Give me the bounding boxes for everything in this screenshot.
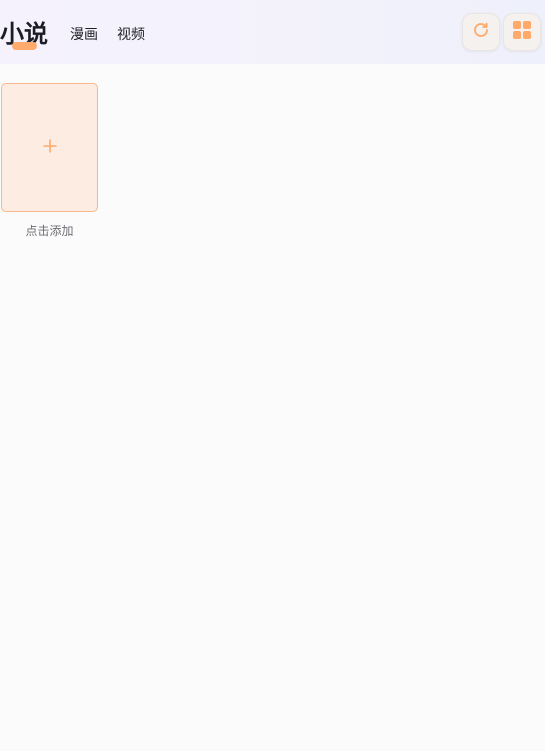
plus-icon xyxy=(43,138,57,157)
refresh-button[interactable] xyxy=(462,13,500,51)
grid-view-button[interactable] xyxy=(503,13,541,51)
add-book-card[interactable] xyxy=(1,83,98,212)
refresh-icon xyxy=(472,21,490,43)
add-book-label: 点击添加 xyxy=(25,224,74,238)
grid-icon xyxy=(512,20,532,44)
tab-video[interactable]: 视频 xyxy=(117,24,145,44)
top-header: 小说 漫画 视频 xyxy=(0,0,545,64)
active-tab-indicator xyxy=(12,42,37,50)
tab-comic[interactable]: 漫画 xyxy=(70,24,98,44)
